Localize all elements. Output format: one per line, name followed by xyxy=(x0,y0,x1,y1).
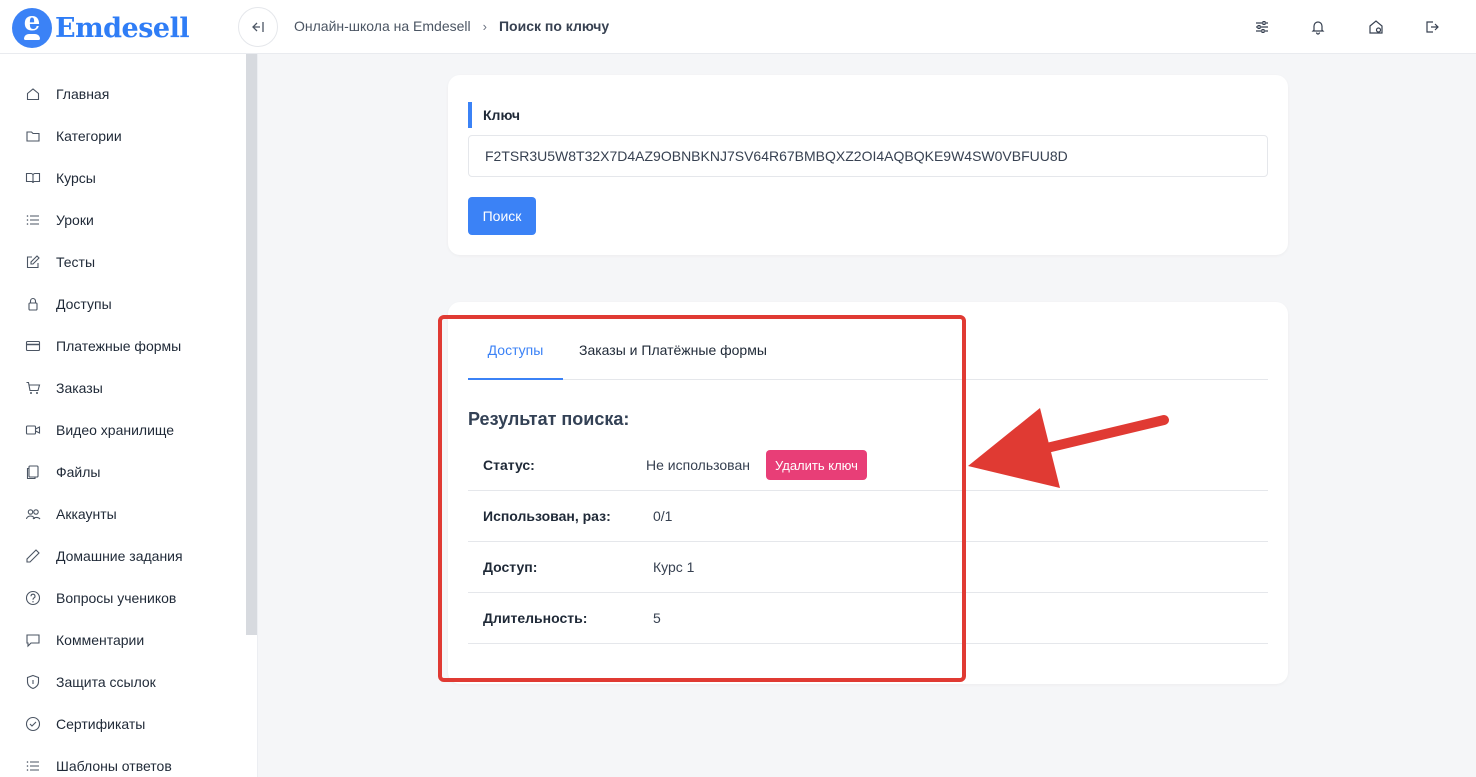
collapse-sidebar-button[interactable] xyxy=(238,7,278,47)
sidebar-item-label: Тесты xyxy=(56,254,96,270)
list-icon xyxy=(24,211,42,229)
sidebar-item-orders[interactable]: Заказы xyxy=(24,376,103,400)
sidebar-item-video-storage[interactable]: Видео хранилище xyxy=(24,418,174,442)
logo-mark-icon: e xyxy=(12,7,52,48)
sidebar-item-link-protection[interactable]: Защита ссылок xyxy=(24,670,156,694)
key-label: Ключ xyxy=(468,102,520,128)
sidebar-item-files[interactable]: Файлы xyxy=(24,460,100,484)
sidebar-item-categories[interactable]: Категории xyxy=(24,124,122,148)
sidebar-item-reply-templates[interactable]: Шаблоны ответов xyxy=(24,754,172,777)
annotation-arrow-icon xyxy=(968,408,1169,488)
key-search-card: Ключ Поиск xyxy=(448,75,1288,255)
shield-icon xyxy=(24,673,42,691)
sidebar-item-accounts[interactable]: Аккаунты xyxy=(24,502,117,526)
pencil-icon xyxy=(24,547,42,565)
sidebar-item-label: Сертификаты xyxy=(56,716,146,732)
card-icon xyxy=(24,337,42,355)
users-icon xyxy=(24,505,42,523)
sidebar-item-courses[interactable]: Курсы xyxy=(24,166,96,190)
cart-icon xyxy=(24,379,42,397)
book-icon xyxy=(24,169,42,187)
sidebar-item-label: Категории xyxy=(56,128,122,144)
sidebar-item-certificates[interactable]: Сертификаты xyxy=(24,712,145,736)
list-icon xyxy=(24,757,42,775)
sidebar-item-label: Комментарии xyxy=(56,632,145,648)
brand-name: Emdesell xyxy=(55,12,190,44)
sidebar-item-label: Доступы xyxy=(56,296,112,312)
logout-icon[interactable] xyxy=(1421,16,1443,38)
collapse-icon xyxy=(252,22,264,32)
sidebar-item-lessons[interactable]: Уроки xyxy=(24,208,94,232)
sidebar-item-home[interactable]: Главная xyxy=(24,82,109,106)
sidebar-item-label: Файлы xyxy=(56,464,101,480)
sidebar-item-label: Видео хранилище xyxy=(56,422,175,438)
sidebar-item-tests[interactable]: Тесты xyxy=(24,250,95,274)
sidebar-item-label: Аккаунты xyxy=(56,506,117,522)
folder-icon xyxy=(24,127,42,145)
sidebar-item-label: Главная xyxy=(56,86,110,102)
sidebar-item-label: Шаблоны ответов xyxy=(56,758,172,774)
sidebar-item-label: Уроки xyxy=(56,212,94,228)
sidebar-item-label: Защита ссылок xyxy=(56,674,156,690)
breadcrumb-current: Поиск по ключу xyxy=(498,18,610,34)
sidebar-item-label: Домашние задания xyxy=(56,548,183,564)
sidebar-item-payment-forms[interactable]: Платежные формы xyxy=(24,334,181,358)
sidebar-item-label: Заказы xyxy=(56,380,103,396)
sidebar-item-comments[interactable]: Комментарии xyxy=(24,628,144,652)
video-icon xyxy=(24,421,42,439)
annotation-highlight-box xyxy=(438,315,966,682)
key-input[interactable] xyxy=(468,135,1268,177)
breadcrumb-separator: › xyxy=(482,18,487,34)
top-header: e Emdesell Онлайн-школа на Emdesell › По… xyxy=(0,0,1476,54)
home-settings-icon[interactable] xyxy=(1365,16,1387,38)
sidebar-item-student-questions[interactable]: Вопросы учеников xyxy=(24,586,176,610)
sidebar-item-label: Платежные формы xyxy=(56,338,182,354)
sliders-icon[interactable] xyxy=(1251,16,1273,38)
sidebar-item-label: Вопросы учеников xyxy=(56,590,177,606)
breadcrumb: Онлайн-школа на Emdesell › Поиск по ключ… xyxy=(294,18,609,34)
sidebar: Главная Категории Курсы Уроки Тесты Дост… xyxy=(0,54,258,777)
sidebar-item-homework[interactable]: Домашние задания xyxy=(24,544,183,568)
edit-icon xyxy=(24,253,42,271)
sidebar-item-label: Курсы xyxy=(56,170,96,186)
sidebar-scrollbar[interactable] xyxy=(246,54,257,635)
files-icon xyxy=(24,463,42,481)
breadcrumb-root[interactable]: Онлайн-школа на Emdesell xyxy=(294,18,471,34)
search-button[interactable]: Поиск xyxy=(468,197,536,235)
brand-logo[interactable]: e Emdesell xyxy=(12,7,190,48)
question-icon xyxy=(24,589,42,607)
lock-icon xyxy=(24,295,42,313)
comment-icon xyxy=(24,631,42,649)
home-icon xyxy=(24,85,42,103)
sidebar-item-access[interactable]: Доступы xyxy=(24,292,112,316)
check-circle-icon xyxy=(24,715,42,733)
bell-icon[interactable] xyxy=(1307,16,1329,38)
